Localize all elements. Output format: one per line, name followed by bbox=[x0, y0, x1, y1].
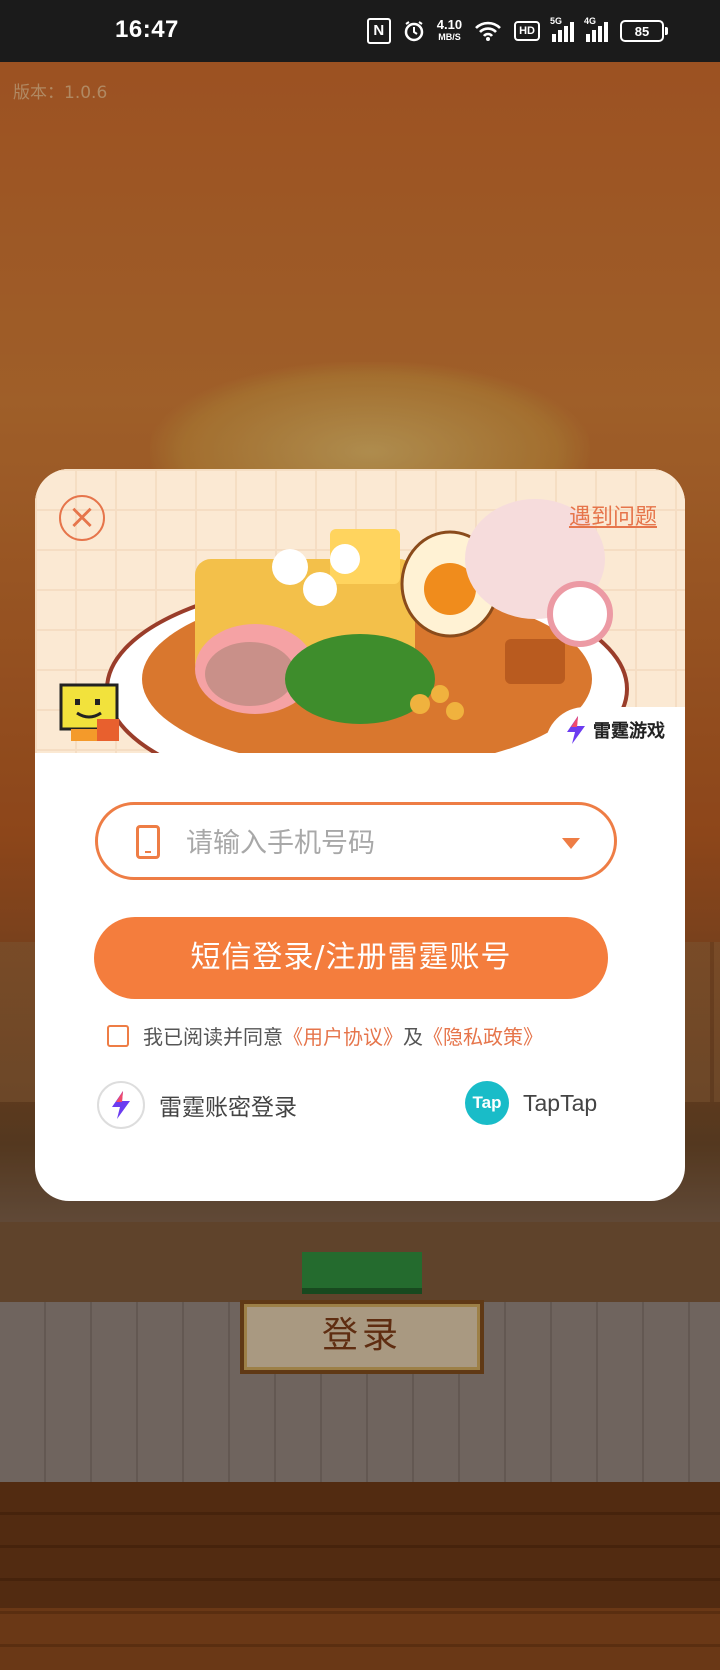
sms-login-button[interactable]: 短信登录/注册雷霆账号 bbox=[94, 917, 608, 999]
taptap-login-label: TapTap bbox=[523, 1089, 598, 1116]
speed-unit: MB/S bbox=[438, 32, 461, 42]
close-button[interactable]: × bbox=[59, 495, 105, 541]
battery-icon: 85 bbox=[620, 20, 668, 42]
dialog-banner: × 遇到问题 雷霆游戏 bbox=[35, 469, 685, 753]
hd-voice-icon: HD bbox=[514, 21, 540, 41]
thunder-logo-icon bbox=[97, 1081, 145, 1129]
help-link[interactable]: 遇到问题 bbox=[569, 499, 657, 531]
agreement-and: 及 bbox=[403, 1025, 423, 1049]
phone-number-input[interactable] bbox=[184, 821, 548, 865]
privacy-policy-link[interactable]: 《隐私政策》 bbox=[423, 1025, 543, 1049]
thunder-account-login[interactable]: 雷霆账密登录 bbox=[97, 1081, 297, 1129]
speed-value: 4.10 bbox=[436, 17, 463, 32]
network-speed: 4.10 MB/S bbox=[436, 17, 463, 43]
signal-5g-icon: 5G bbox=[550, 16, 574, 42]
status-icons: N 4.10 MB/S HD 5G 4G 85 bbox=[366, 16, 668, 44]
brand-name: 雷霆游戏 bbox=[593, 721, 665, 742]
mascot-icon bbox=[59, 683, 119, 741]
sim1-label: 5G bbox=[550, 16, 563, 26]
ramen-illustration bbox=[105, 499, 629, 753]
nfc-icon: N bbox=[366, 18, 391, 44]
user-agreement-link[interactable]: 《用户协议》 bbox=[283, 1025, 403, 1049]
thunder-login-label: 雷霆账密登录 bbox=[159, 1095, 297, 1121]
agreement-row: 我已阅读并同意《用户协议》及《隐私政策》 bbox=[107, 1021, 543, 1050]
alarm-icon bbox=[403, 20, 425, 42]
phone-input-box[interactable] bbox=[95, 802, 617, 880]
sim2-label: 4G bbox=[584, 16, 597, 26]
chevron-down-icon[interactable] bbox=[562, 838, 580, 849]
taptap-logo-icon: Tap bbox=[465, 1081, 509, 1125]
thunder-bolt-icon bbox=[567, 716, 585, 744]
phone-icon bbox=[136, 825, 160, 859]
agreement-prefix: 我已阅读并同意 bbox=[143, 1025, 283, 1049]
status-time: 16:47 bbox=[115, 16, 179, 43]
wifi-icon bbox=[474, 20, 502, 42]
login-dialog: × 遇到问题 雷霆游戏 短信登录/注册雷霆账号 我已阅读并同意《用户协议》及《隐… bbox=[35, 469, 685, 1201]
taptap-login[interactable]: Tap TapTap bbox=[465, 1081, 597, 1125]
brand-badge: 雷霆游戏 bbox=[545, 707, 685, 753]
agreement-checkbox[interactable] bbox=[107, 1024, 129, 1047]
signal-4g-icon: 4G bbox=[584, 16, 608, 42]
agreement-text: 我已阅读并同意《用户协议》及《隐私政策》 bbox=[143, 1021, 543, 1050]
status-bar: 16:47 N 4.10 MB/S HD 5G 4G 85 bbox=[0, 0, 720, 62]
close-icon: × bbox=[67, 497, 97, 537]
